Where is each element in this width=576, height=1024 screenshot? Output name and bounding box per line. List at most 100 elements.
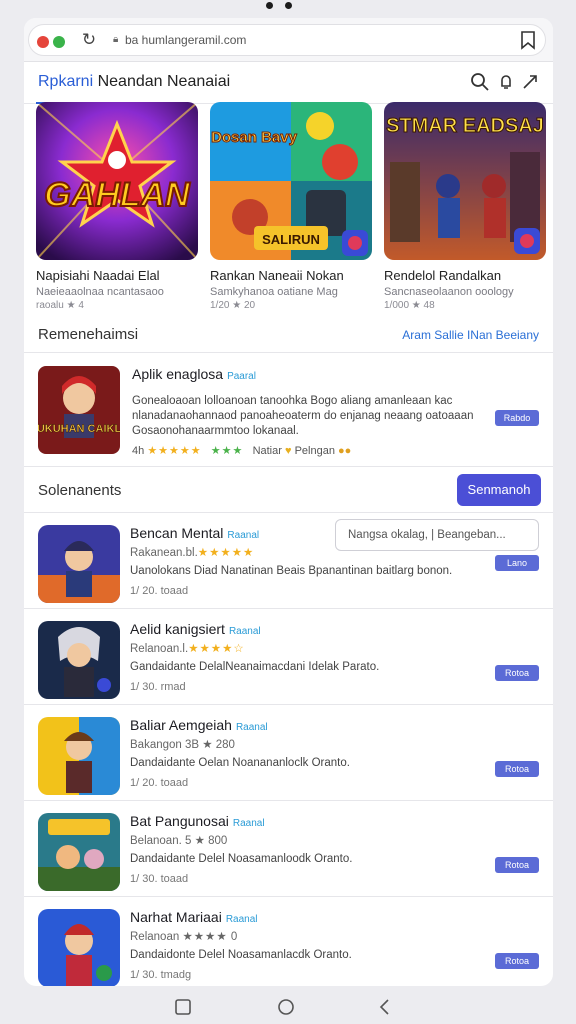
url-text[interactable]: ba humlangeramil.com bbox=[125, 33, 246, 47]
featured-carousel: GAHLAN Napisiahi Naadai Elal Naeieaaolna… bbox=[36, 102, 546, 312]
featured-subtitle: Naeieaaolnaa ncantasaoo bbox=[36, 286, 164, 298]
app-icon[interactable] bbox=[38, 717, 120, 795]
app-rating-row: 4h ★★★★★ ★★★ Natiar ♥ Pelngan ●● bbox=[132, 445, 352, 457]
app-subtitle: Relanoan ★★★★ 0 bbox=[130, 931, 238, 943]
svg-text:Dosan Bavy: Dosan Bavy bbox=[211, 129, 298, 146]
featured-card[interactable]: Dosan Bavy SALIRUN Rankan Naneaii Nokan … bbox=[210, 102, 372, 311]
app-description: Gandaidante DelalNeanaimacdani Idelak Pa… bbox=[130, 661, 380, 673]
recent-apps-icon[interactable] bbox=[174, 998, 192, 1016]
app-name[interactable]: Bat Pangunosai Raanal bbox=[130, 813, 265, 829]
app-icon[interactable] bbox=[38, 813, 120, 891]
game-art-image: STMAR EADSAJ bbox=[384, 102, 546, 260]
address-bar[interactable]: ↻ 🔒︎ ba humlangeramil.com bbox=[28, 24, 546, 56]
heart-icon: ♥ bbox=[284, 445, 292, 457]
see-all-link[interactable]: Aram Sallie INan Beeiany bbox=[402, 328, 539, 342]
close-dot-icon[interactable] bbox=[37, 36, 49, 48]
list-item[interactable]: Narhat Mariaai Raanal Relanoan ★★★★ 0 Dan… bbox=[24, 897, 553, 986]
svg-text:STMAR EADSAJ: STMAR EADSAJ bbox=[386, 115, 544, 137]
app-description: Uanolokans Diad Nanatinan Beais Bpananti… bbox=[130, 565, 453, 577]
get-button[interactable]: Rabdo bbox=[495, 410, 539, 426]
divider bbox=[24, 466, 553, 467]
section-title: Remenehaimsi bbox=[38, 326, 139, 343]
lock-icon: 🔒︎ bbox=[113, 34, 119, 45]
star-rating: ★★★ bbox=[210, 445, 244, 457]
back-icon[interactable] bbox=[376, 998, 394, 1016]
list-item[interactable]: Aelid kanigsiert Raanal Relanoan.l.★★★★☆ … bbox=[24, 609, 553, 705]
list-item[interactable]: Baliar Aemgeiah Raanal Bakangon 3B ★ 280 … bbox=[24, 705, 553, 801]
app-subtitle: Bakangon 3B ★ 280 bbox=[130, 739, 235, 751]
featured-artwork[interactable]: STMAR EADSAJ bbox=[384, 102, 546, 260]
star-rating: ★★★★★ bbox=[147, 445, 202, 457]
coin-icon: ●● bbox=[338, 445, 352, 457]
app-icon[interactable] bbox=[38, 525, 120, 603]
list-header: Solenanents Senmanoh bbox=[24, 474, 553, 508]
app-name[interactable]: Aelid kanigsiert Raanal bbox=[130, 621, 261, 637]
verified-badge: Paaral bbox=[227, 371, 256, 382]
app-meta: 1/ 30. toaad bbox=[130, 873, 189, 885]
get-button[interactable]: Rotoa bbox=[495, 953, 539, 969]
game-art-image: Dosan Bavy SALIRUN bbox=[210, 102, 372, 260]
featured-title[interactable]: Rankan Naneaii Nokan bbox=[210, 268, 372, 283]
game-art-image: GAHLAN bbox=[36, 102, 198, 260]
app-description: Dandaidante Delel Noasamanloodk Oranto. bbox=[130, 853, 353, 865]
svg-text:SALIRUN: SALIRUN bbox=[262, 232, 320, 247]
featured-meta: raoalu ★ 4 bbox=[36, 300, 84, 311]
reload-icon[interactable]: ↻ bbox=[79, 30, 99, 50]
page-title: Rpkarni Neandan Neanaiai bbox=[38, 73, 230, 91]
featured-subtitle: Sancnaseolaanon ooology bbox=[384, 286, 514, 298]
search-input[interactable]: Nangsa okalag, | Beangeban... bbox=[335, 519, 539, 551]
get-button[interactable]: Rotoa bbox=[495, 857, 539, 873]
featured-artwork[interactable]: GAHLAN bbox=[36, 102, 198, 260]
featured-subtitle: Samkyhanoa oatiane Mag bbox=[210, 286, 338, 298]
camera-notch bbox=[266, 2, 292, 10]
app-meta: 1/ 20. toaad bbox=[130, 777, 189, 789]
list-item[interactable]: Bencan Mental Raanal Rakanean.bl.★★★★★ Ua… bbox=[24, 513, 553, 609]
list-item[interactable]: Bat Pangunosai Raanal Belanoan. 5 ★ 800 D… bbox=[24, 801, 553, 897]
maximize-dot-icon[interactable] bbox=[53, 36, 65, 48]
app-description: Dandaidonte Delel Noasamanlacdk Oranto. bbox=[130, 949, 352, 961]
divider bbox=[24, 352, 553, 353]
title-text: Neandan Neanaiai bbox=[97, 73, 231, 90]
featured-card[interactable]: GAHLAN Napisiahi Naadai Elal Naeieaaolna… bbox=[36, 102, 198, 311]
featured-meta: 1/20 ★ 20 bbox=[210, 300, 256, 311]
app-subtitle: Belanoan. 5 ★ 800 bbox=[130, 835, 228, 847]
app-icon[interactable] bbox=[38, 621, 120, 699]
title-accent[interactable]: Rpkarni bbox=[38, 73, 93, 90]
app-icon-image: SUKUHAN CAIKLS bbox=[38, 366, 120, 454]
bell-icon[interactable] bbox=[496, 72, 516, 92]
app-subtitle: Relanoan.l.★★★★☆ bbox=[130, 643, 245, 655]
app-meta: 1/ 20. toaad bbox=[130, 585, 189, 597]
section-title: Solenanents bbox=[38, 482, 122, 499]
app-header: Rpkarni Neandan Neanaiai bbox=[24, 62, 553, 104]
search-button[interactable]: Senmanoh bbox=[457, 474, 541, 506]
app-meta: 1/ 30. tmadg bbox=[130, 969, 192, 981]
recommended-app[interactable]: SUKUHAN CAIKLS Aplik enaglosaPaaral Gone… bbox=[24, 354, 553, 466]
app-meta: 1/ 30. rmad bbox=[130, 681, 186, 693]
featured-card[interactable]: STMAR EADSAJ Rendelol Randalkan Sancnase… bbox=[384, 102, 546, 311]
system-nav-bar bbox=[0, 990, 576, 1024]
app-subtitle: Rakanean.bl.★★★★★ bbox=[130, 547, 255, 559]
featured-artwork[interactable]: Dosan Bavy SALIRUN bbox=[210, 102, 372, 260]
svg-text:GAHLAN: GAHLAN bbox=[44, 176, 191, 214]
get-button[interactable]: Rotoa bbox=[495, 761, 539, 777]
get-button[interactable]: Lano bbox=[495, 555, 539, 571]
app-name[interactable]: Bencan Mental Raanal bbox=[130, 525, 259, 541]
search-icon[interactable] bbox=[470, 72, 490, 92]
app-description: Gonealoaoan lolloanoan tanoohka Bogo ali… bbox=[132, 395, 474, 437]
device-screen: ↻ 🔒︎ ba humlangeramil.com Rpkarni Neanda… bbox=[24, 18, 553, 986]
browser-toolbar: ↻ 🔒︎ ba humlangeramil.com bbox=[24, 18, 553, 62]
app-icon[interactable] bbox=[38, 909, 120, 986]
app-name[interactable]: Aplik enaglosa Paaral bbox=[132, 366, 256, 382]
svg-text:SUKUHAN CAIKLS: SUKUHAN CAIKLS bbox=[38, 423, 120, 435]
get-button[interactable]: Rotoa bbox=[495, 665, 539, 681]
featured-title[interactable]: Rendelol Randalkan bbox=[384, 268, 546, 283]
featured-meta: 1/000 ★ 48 bbox=[384, 300, 435, 311]
recommended-header: Remenehaimsi Aram Sallie INan Beeiany bbox=[24, 318, 553, 352]
app-name[interactable]: Narhat Mariaai Raanal bbox=[130, 909, 258, 925]
app-icon[interactable]: SUKUHAN CAIKLS bbox=[38, 366, 120, 454]
featured-title[interactable]: Napisiahi Naadai Elal bbox=[36, 268, 198, 283]
share-icon[interactable] bbox=[520, 72, 540, 92]
app-name[interactable]: Baliar Aemgeiah Raanal bbox=[130, 717, 268, 733]
bookmark-icon[interactable] bbox=[519, 30, 537, 50]
home-icon[interactable] bbox=[277, 998, 295, 1016]
